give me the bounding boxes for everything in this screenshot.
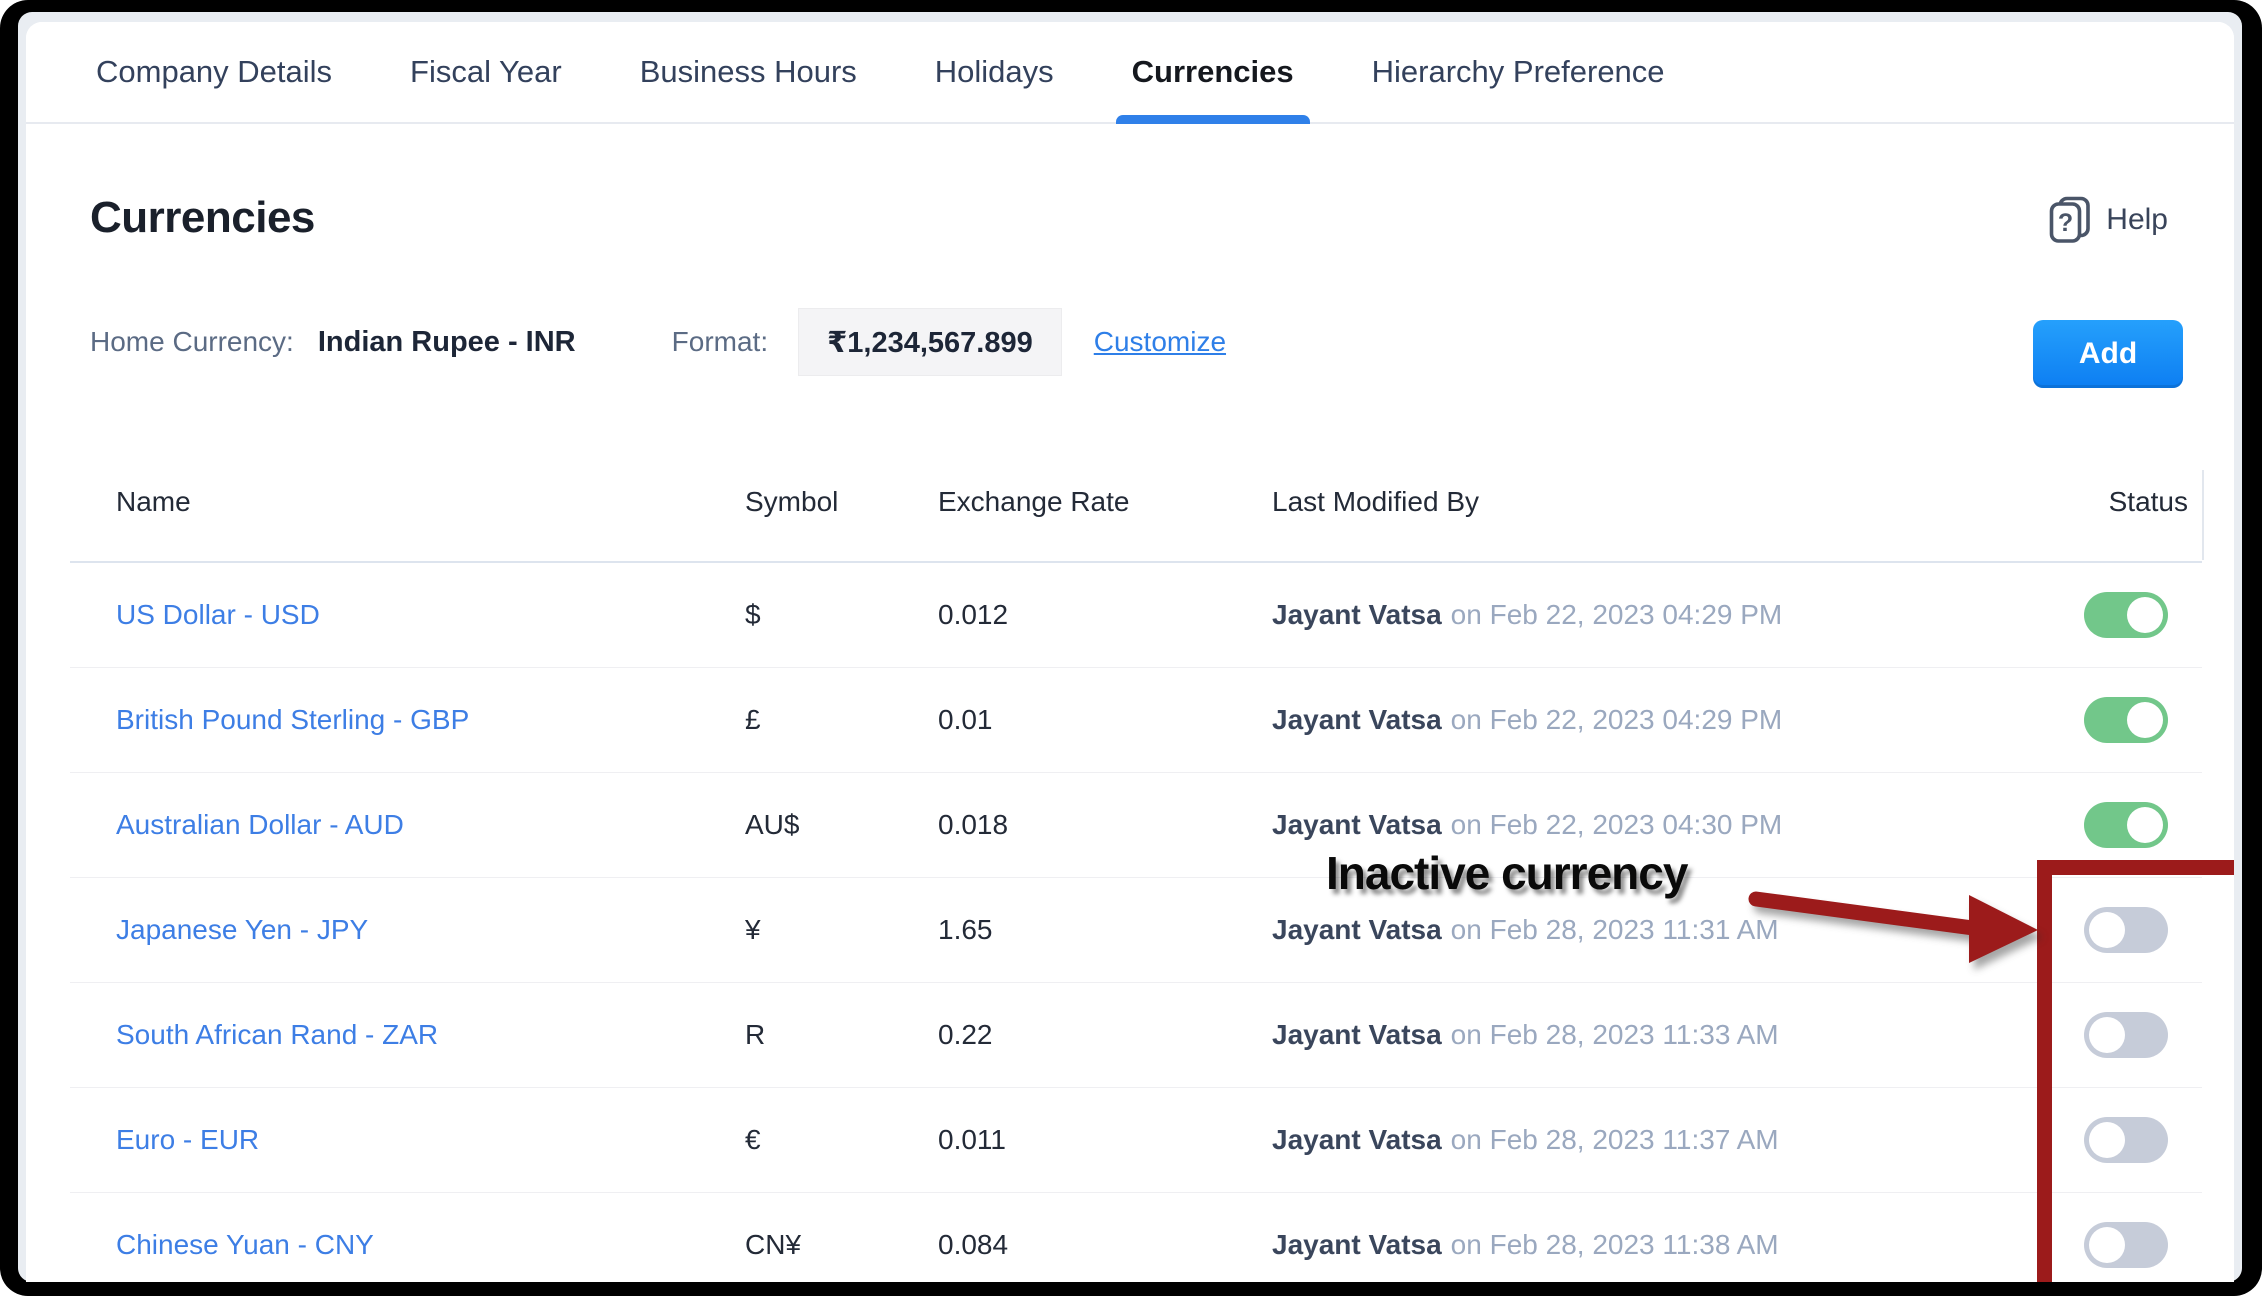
exchange-rate-value: 1.65 <box>938 914 1272 946</box>
currency-symbol: $ <box>745 599 938 631</box>
column-header-exchange-rate: Exchange Rate <box>938 486 1272 518</box>
table-row: British Pound Sterling - GBP £ 0.01 Jaya… <box>70 668 2202 773</box>
modified-by-name: Jayant Vatsa <box>1272 599 1442 630</box>
exchange-rate-value: 0.084 <box>938 1229 1272 1261</box>
help-button[interactable]: ? Help <box>2049 196 2168 244</box>
modified-by-name: Jayant Vatsa <box>1272 809 1442 840</box>
currency-symbol: CN¥ <box>745 1229 938 1261</box>
format-label: Format: <box>672 326 768 358</box>
table-right-divider <box>2202 470 2204 560</box>
currencies-table: Name Symbol Exchange Rate Last Modified … <box>70 442 2202 1282</box>
exchange-rate-value: 0.011 <box>938 1124 1272 1156</box>
modified-on-date: on Feb 22, 2023 04:29 PM <box>1451 599 1783 630</box>
tab-holidays[interactable]: Holidays <box>935 22 1054 122</box>
screenshot-frame: Company Details Fiscal Year Business Hou… <box>0 0 2262 1296</box>
table-row: Australian Dollar - AUD AU$ 0.018 Jayant… <box>70 773 2202 878</box>
customize-link[interactable]: Customize <box>1094 326 1226 358</box>
column-header-status: Status <box>2032 486 2202 518</box>
tab-business-hours[interactable]: Business Hours <box>640 22 857 122</box>
settings-card: Company Details Fiscal Year Business Hou… <box>26 22 2234 1282</box>
annotation-arrow-icon <box>1731 867 2051 977</box>
help-label: Help <box>2106 203 2168 237</box>
modified-on-date: on Feb 28, 2023 11:38 AM <box>1451 1229 1779 1260</box>
modified-on-date: on Feb 28, 2023 11:31 AM <box>1451 914 1779 945</box>
svg-text:?: ? <box>2058 209 2073 237</box>
tab-currencies[interactable]: Currencies <box>1132 22 1294 122</box>
column-header-last-modified-by: Last Modified By <box>1272 486 2032 518</box>
modified-on-date: on Feb 28, 2023 11:37 AM <box>1451 1124 1779 1155</box>
currency-name-link[interactable]: Euro - EUR <box>116 1124 259 1155</box>
help-icon: ? <box>2049 196 2091 244</box>
currency-symbol: AU$ <box>745 809 938 841</box>
currency-name-link[interactable]: British Pound Sterling - GBP <box>116 704 469 735</box>
exchange-rate-value: 0.22 <box>938 1019 1272 1051</box>
currency-symbol: R <box>745 1019 938 1051</box>
toggle-knob <box>2127 702 2163 738</box>
currency-name-link[interactable]: US Dollar - USD <box>116 599 320 630</box>
settings-tabbar: Company Details Fiscal Year Business Hou… <box>26 22 2234 124</box>
currency-symbol: € <box>745 1124 938 1156</box>
modified-by-name: Jayant Vatsa <box>1272 704 1442 735</box>
home-currency-row: Home Currency: Indian Rupee - INR Format… <box>90 309 1226 375</box>
currency-symbol: ¥ <box>745 914 938 946</box>
status-toggle[interactable] <box>2084 592 2168 638</box>
format-value-box: ₹1,234,567.899 <box>798 308 1062 376</box>
page-title: Currencies <box>90 194 315 242</box>
table-row: Chinese Yuan - CNY CN¥ 0.084 Jayant Vats… <box>70 1193 2202 1282</box>
modified-by-name: Jayant Vatsa <box>1272 1124 1442 1155</box>
exchange-rate-value: 0.018 <box>938 809 1272 841</box>
toggle-knob <box>2127 597 2163 633</box>
modified-by-name: Jayant Vatsa <box>1272 1019 1442 1050</box>
tab-hierarchy-preference[interactable]: Hierarchy Preference <box>1372 22 1665 122</box>
home-currency-label: Home Currency: <box>90 326 294 358</box>
modified-on-date: on Feb 28, 2023 11:33 AM <box>1451 1019 1779 1050</box>
currency-name-link[interactable]: South African Rand - ZAR <box>116 1019 438 1050</box>
column-header-symbol: Symbol <box>745 486 938 518</box>
modified-by-name: Jayant Vatsa <box>1272 914 1442 945</box>
toggle-knob <box>2127 807 2163 843</box>
currency-symbol: £ <box>745 704 938 736</box>
table-row: US Dollar - USD $ 0.012 Jayant Vatsa on F… <box>70 563 2202 668</box>
inactive-currency-annotation-label: Inactive currency <box>1326 848 1687 898</box>
currency-name-link[interactable]: Australian Dollar - AUD <box>116 809 404 840</box>
inactive-currency-highlight-box <box>2037 860 2234 1282</box>
status-toggle[interactable] <box>2084 802 2168 848</box>
status-toggle[interactable] <box>2084 697 2168 743</box>
page-background: Company Details Fiscal Year Business Hou… <box>18 12 2242 1282</box>
currency-name-link[interactable]: Chinese Yuan - CNY <box>116 1229 374 1260</box>
exchange-rate-value: 0.01 <box>938 704 1272 736</box>
modified-on-date: on Feb 22, 2023 04:29 PM <box>1451 704 1783 735</box>
currency-name-link[interactable]: Japanese Yen - JPY <box>116 914 368 945</box>
tab-company-details[interactable]: Company Details <box>96 22 332 122</box>
exchange-rate-value: 0.012 <box>938 599 1272 631</box>
modified-on-date: on Feb 22, 2023 04:30 PM <box>1451 809 1783 840</box>
column-header-name: Name <box>116 486 745 518</box>
home-currency-value: Indian Rupee - INR <box>318 326 576 359</box>
modified-by-name: Jayant Vatsa <box>1272 1229 1442 1260</box>
add-currency-button[interactable]: Add <box>2033 320 2183 388</box>
table-row: South African Rand - ZAR R 0.22 Jayant V… <box>70 983 2202 1088</box>
table-header-row: Name Symbol Exchange Rate Last Modified … <box>70 442 2202 563</box>
tab-fiscal-year[interactable]: Fiscal Year <box>410 22 562 122</box>
table-row: Euro - EUR € 0.011 Jayant Vatsa on Feb 28… <box>70 1088 2202 1193</box>
